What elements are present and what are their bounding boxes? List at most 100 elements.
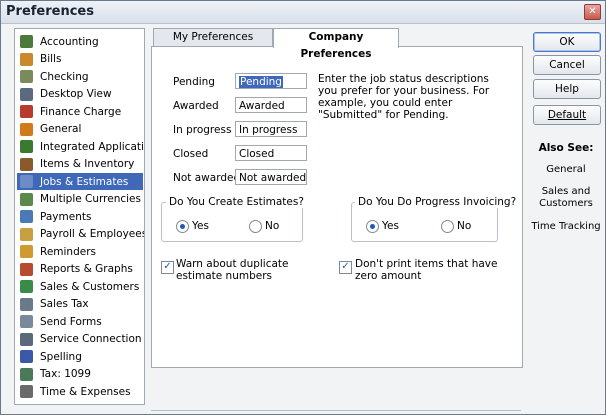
sidebar-item-send-forms[interactable]: Send Forms bbox=[17, 313, 143, 330]
ok-button[interactable]: OK bbox=[533, 32, 601, 52]
reports-graphs-icon bbox=[20, 262, 33, 276]
job-status-description: Enter the job status descriptions you pr… bbox=[318, 73, 490, 121]
sidebar-item-checking[interactable]: Checking bbox=[17, 68, 143, 85]
in-progress-field[interactable]: In progress bbox=[235, 121, 307, 137]
tab-label: Company Preferences bbox=[300, 31, 372, 60]
time-expenses-icon bbox=[20, 385, 33, 398]
sidebar-item-desktop-view[interactable]: Desktop View bbox=[17, 86, 143, 103]
also-see-time-tracking-link[interactable]: Time Tracking bbox=[521, 221, 605, 233]
items-inventory-icon bbox=[20, 157, 33, 171]
estimates-no-radio[interactable] bbox=[249, 220, 262, 233]
sidebar-item-reminders[interactable]: Reminders bbox=[17, 243, 143, 260]
sidebar-item-label: Multiple Currencies bbox=[40, 193, 141, 205]
sidebar-item-label: Time & Expenses bbox=[40, 385, 131, 398]
progress-invoicing-legend: Do You Do Progress Invoicing? bbox=[355, 196, 520, 208]
sidebar-item-label: Sales Tax bbox=[40, 298, 89, 310]
sidebar-item-service-connection[interactable]: Service Connection bbox=[17, 331, 143, 348]
sidebar-item-label: Finance Charge bbox=[40, 105, 122, 118]
sidebar-item-finance-charge[interactable]: Finance Charge bbox=[17, 103, 143, 120]
also-see-general-link[interactable]: General bbox=[521, 164, 605, 176]
checking-icon bbox=[20, 70, 33, 83]
in-progress-label: In progress bbox=[173, 124, 232, 136]
progress-invoicing-no-radio[interactable] bbox=[441, 220, 454, 233]
sidebar-item-label: General bbox=[40, 123, 82, 135]
title-bar: Preferences ✕ bbox=[1, 1, 605, 24]
closed-label: Closed bbox=[173, 148, 209, 160]
sidebar-item-payroll-employees[interactable]: Payroll & Employees bbox=[17, 226, 145, 243]
sidebar-item-label: Send Forms bbox=[40, 315, 102, 328]
pending-value: Pending bbox=[239, 76, 283, 88]
awarded-label: Awarded bbox=[173, 100, 219, 112]
tab-company-preferences[interactable]: Company Preferences bbox=[273, 28, 399, 60]
divider bbox=[151, 410, 521, 411]
closed-field[interactable]: Closed bbox=[235, 145, 307, 161]
payments-icon bbox=[20, 210, 33, 223]
sidebar-item-tax-1099[interactable]: Tax: 1099 bbox=[17, 366, 143, 383]
awarded-field[interactable]: Awarded bbox=[235, 97, 307, 113]
sidebar-item-items-inventory[interactable]: Items & Inventory bbox=[17, 156, 143, 173]
sidebar-item-label: Bills bbox=[40, 53, 62, 65]
not-awarded-field[interactable]: Not awarded bbox=[235, 169, 307, 185]
tab-label: My Preferences bbox=[172, 31, 254, 43]
sidebar-item-label: Checking bbox=[40, 70, 89, 83]
sidebar-item-label: Reminders bbox=[40, 245, 96, 258]
default-button[interactable]: Default bbox=[533, 105, 601, 125]
sidebar-item-payments[interactable]: Payments bbox=[17, 208, 143, 225]
also-see-title: Also See: bbox=[538, 142, 594, 154]
progress-invoicing-yes-label: Yes bbox=[382, 220, 399, 232]
bills-icon bbox=[20, 52, 33, 66]
default-button-label: Default bbox=[547, 109, 587, 121]
dont-print-zero-checkbox[interactable]: ✓ bbox=[339, 261, 352, 274]
integrated-applications-icon bbox=[20, 140, 33, 153]
reminders-icon bbox=[20, 245, 33, 258]
not-awarded-label: Not awarded bbox=[173, 172, 241, 184]
estimates-yes-radio[interactable] bbox=[176, 220, 189, 233]
sidebar-item-label: Jobs & Estimates bbox=[40, 175, 129, 188]
sidebar-item-bills[interactable]: Bills bbox=[17, 51, 143, 68]
sidebar-item-label: Integrated Applications bbox=[40, 140, 144, 153]
sidebar-item-spelling[interactable]: Spelling bbox=[17, 348, 143, 365]
sidebar-item-multiple-currencies[interactable]: Multiple Currencies bbox=[17, 191, 143, 208]
desktop-view-icon bbox=[20, 87, 33, 101]
also-see-sales-customers-link[interactable]: Sales and Customers bbox=[531, 186, 601, 210]
dont-print-zero-label: Don't print items that have zero amount bbox=[355, 258, 498, 282]
sales-tax-icon bbox=[20, 297, 33, 311]
finance-charge-icon bbox=[20, 105, 33, 118]
help-button[interactable]: Help bbox=[533, 79, 601, 99]
sidebar-item-accounting[interactable]: Accounting bbox=[17, 33, 143, 50]
progress-invoicing-yes-radio[interactable] bbox=[366, 220, 379, 233]
tax-1099-icon bbox=[20, 367, 33, 381]
service-connection-icon bbox=[20, 332, 33, 346]
preferences-window: Preferences ✕ Accounting Bills Checking Des… bbox=[0, 0, 606, 415]
jobs-estimates-icon bbox=[20, 175, 33, 188]
sidebar-item-general[interactable]: General bbox=[17, 121, 143, 138]
tab-my-preferences[interactable]: My Preferences bbox=[153, 28, 273, 47]
sidebar-item-jobs-estimates[interactable]: Jobs & Estimates bbox=[17, 173, 143, 190]
estimates-legend: Do You Create Estimates? bbox=[166, 196, 307, 208]
sidebar-item-label: Sales & Customers bbox=[40, 280, 140, 293]
close-icon[interactable]: ✕ bbox=[584, 4, 601, 20]
sales-customers-icon bbox=[20, 280, 33, 293]
sidebar-item-label: Payments bbox=[40, 210, 92, 223]
sidebar-item-time-expenses[interactable]: Time & Expenses bbox=[17, 383, 143, 400]
sidebar-item-label: Payroll & Employees bbox=[40, 228, 145, 240]
sidebar-item-sales-tax[interactable]: Sales Tax bbox=[17, 296, 143, 313]
sidebar-item-label: Desktop View bbox=[40, 88, 112, 100]
sidebar-item-integrated-applications[interactable]: Integrated Applications bbox=[17, 138, 144, 155]
sidebar-item-label: Spelling bbox=[40, 350, 82, 363]
sidebar-item-label: Tax: 1099 bbox=[40, 368, 91, 380]
cancel-button[interactable]: Cancel bbox=[533, 55, 601, 75]
preferences-sidebar: Accounting Bills Checking Desktop View Finan… bbox=[14, 28, 145, 405]
warn-duplicate-label: Warn about duplicate estimate numbers bbox=[176, 258, 289, 282]
sidebar-item-label: Items & Inventory bbox=[40, 158, 135, 170]
warn-duplicate-checkbox[interactable]: ✓ bbox=[161, 261, 174, 274]
payroll-employees-icon bbox=[20, 227, 33, 241]
sidebar-item-reports-graphs[interactable]: Reports & Graphs bbox=[17, 261, 143, 278]
accounting-icon bbox=[20, 35, 33, 48]
progress-invoicing-no-label: No bbox=[457, 220, 472, 232]
sidebar-item-sales-customers[interactable]: Sales & Customers bbox=[17, 278, 143, 295]
window-title: Preferences bbox=[6, 4, 94, 19]
pending-field[interactable]: Pending bbox=[235, 73, 307, 89]
sidebar-item-label: Accounting bbox=[40, 35, 99, 48]
estimates-yes-label: Yes bbox=[192, 220, 209, 232]
